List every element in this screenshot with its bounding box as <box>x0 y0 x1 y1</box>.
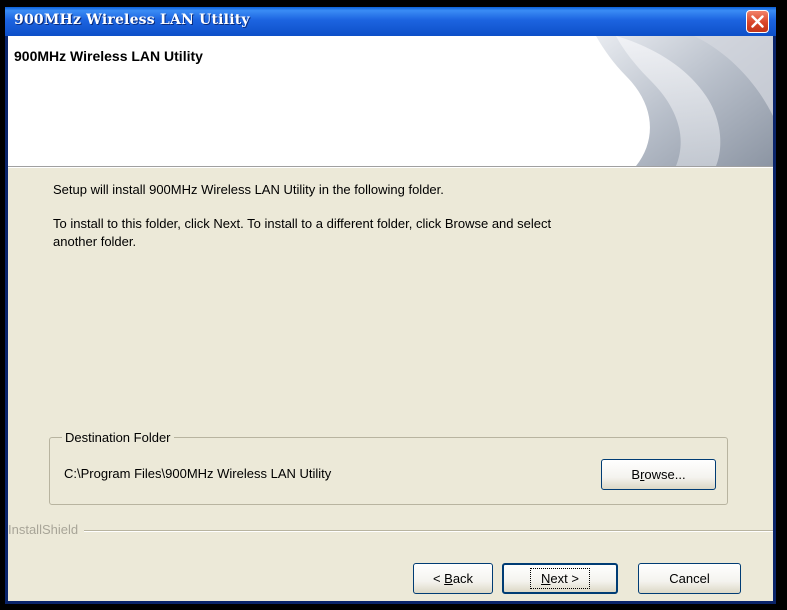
dialog-body: Setup will install 900MHz Wireless LAN U… <box>8 168 773 601</box>
browse-button[interactable]: Browse... <box>601 459 716 490</box>
header-banner: 900MHz Wireless LAN Utility <box>8 36 773 166</box>
screen-frame-right <box>776 0 787 610</box>
instruction-text-line1: To install to this folder, click Next. T… <box>53 216 552 231</box>
install-location-text: Setup will install 900MHz Wireless LAN U… <box>53 182 444 197</box>
banner-title: 900MHz Wireless LAN Utility <box>14 48 203 64</box>
installshield-logo-graphic <box>596 36 773 166</box>
installshield-label: InstallShield <box>8 522 85 537</box>
close-icon <box>751 15 764 28</box>
window-title: 900MHz Wireless LAN Utility <box>14 12 250 28</box>
next-button[interactable]: Next > <box>502 563 618 594</box>
close-button[interactable] <box>746 10 769 33</box>
destination-path: C:\Program Files\900MHz Wireless LAN Uti… <box>64 466 332 481</box>
cancel-button[interactable]: Cancel <box>638 563 741 594</box>
installshield-separator <box>8 530 773 532</box>
browse-label: Browse... <box>631 467 686 482</box>
cancel-label: Cancel <box>669 571 710 586</box>
title-bar[interactable]: 900MHz Wireless LAN Utility <box>5 7 776 36</box>
installer-window: 900MHz Wireless LAN Utility 900MHz Wirel… <box>5 7 776 604</box>
back-button[interactable]: < Back <box>413 563 493 594</box>
next-label: Next > <box>530 568 590 589</box>
screen-frame-top <box>0 0 787 7</box>
back-label: < Back <box>432 571 474 586</box>
instruction-text-line2: another folder. <box>53 234 137 249</box>
screen-frame-bottom <box>0 604 787 610</box>
destination-folder-label: Destination Folder <box>62 430 174 445</box>
